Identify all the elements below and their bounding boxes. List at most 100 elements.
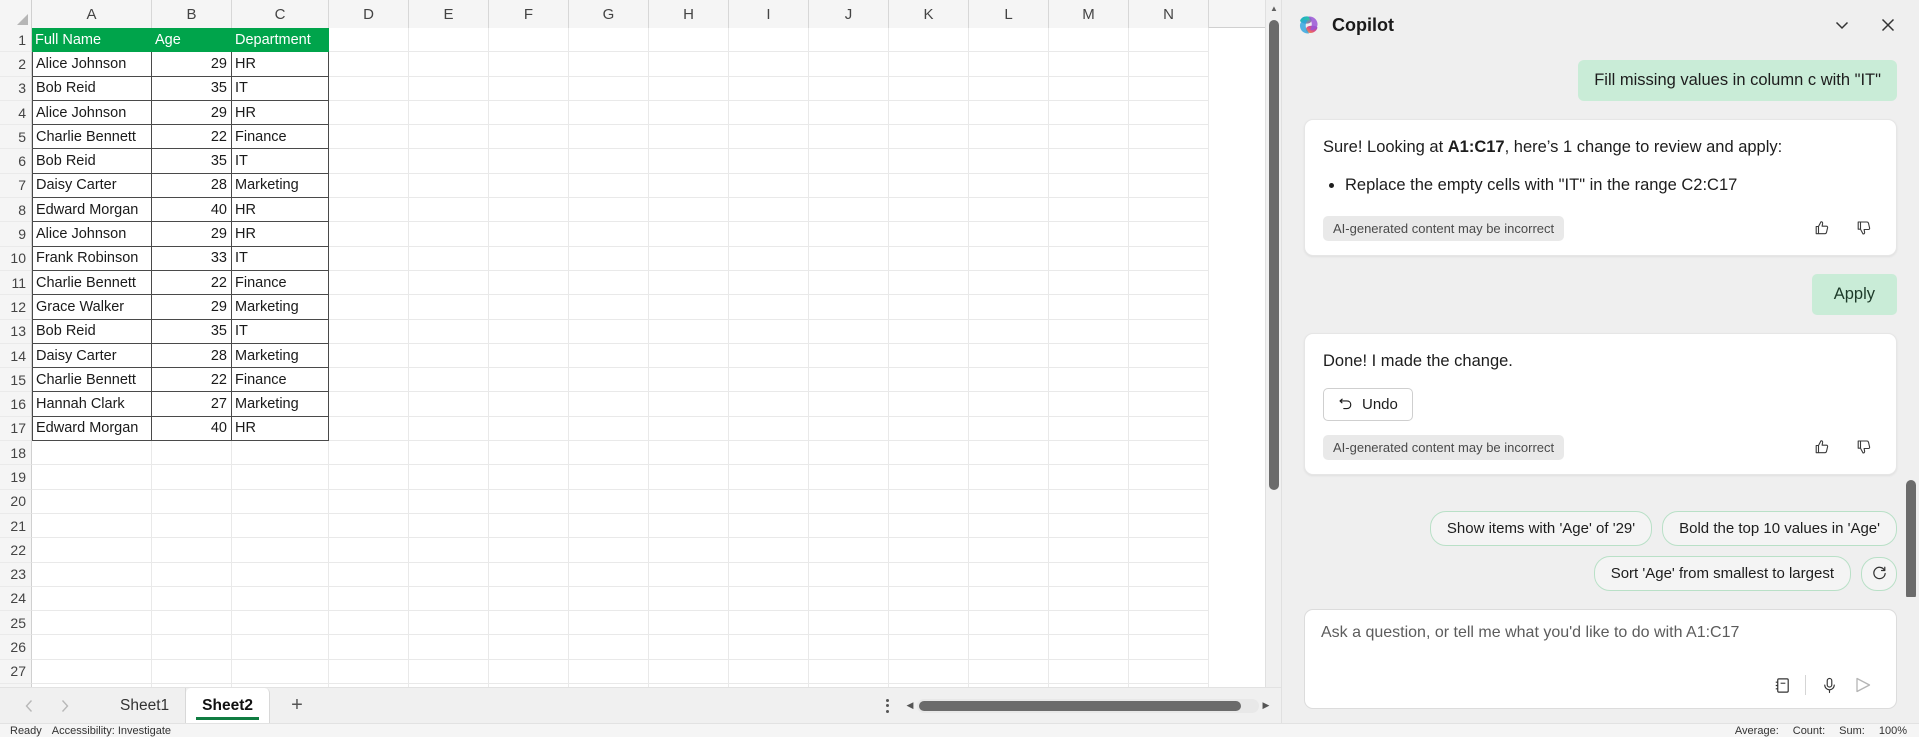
cell-M23[interactable] xyxy=(1049,562,1129,587)
row-header-21[interactable]: 21 xyxy=(0,513,32,539)
cell-E10[interactable] xyxy=(409,246,489,271)
cell-L12[interactable] xyxy=(969,295,1049,320)
cell-I17[interactable] xyxy=(729,416,809,442)
cell-B20[interactable] xyxy=(152,489,232,514)
cell-E14[interactable] xyxy=(409,343,489,369)
cell-F3[interactable] xyxy=(489,76,569,101)
cell-G21[interactable] xyxy=(569,513,649,539)
cell-H5[interactable] xyxy=(649,125,729,150)
cell-K15[interactable] xyxy=(889,368,969,393)
cell-B8[interactable]: 40 xyxy=(152,198,232,223)
cell-I14[interactable] xyxy=(729,343,809,369)
cell-C23[interactable] xyxy=(232,562,329,587)
cell-B3[interactable]: 35 xyxy=(152,76,232,101)
cell-E19[interactable] xyxy=(409,465,489,490)
cell-D21[interactable] xyxy=(329,513,409,539)
cell-K22[interactable] xyxy=(889,538,969,563)
status-accessibility[interactable]: Accessibility: Investigate xyxy=(52,725,171,737)
cell-C5[interactable]: Finance xyxy=(232,125,329,150)
cell-D2[interactable] xyxy=(329,52,409,77)
cell-N11[interactable] xyxy=(1129,270,1209,296)
cell-D20[interactable] xyxy=(329,489,409,514)
cell-D15[interactable] xyxy=(329,368,409,393)
cell-A8[interactable]: Edward Morgan xyxy=(32,198,152,223)
cell-C28[interactable] xyxy=(232,684,329,687)
cell-K16[interactable] xyxy=(889,392,969,417)
cell-E24[interactable] xyxy=(409,586,489,612)
cell-F12[interactable] xyxy=(489,295,569,320)
cell-L24[interactable] xyxy=(969,586,1049,612)
cell-J19[interactable] xyxy=(809,465,889,490)
cell-C3[interactable]: IT xyxy=(232,76,329,101)
cell-G25[interactable] xyxy=(569,611,649,636)
row-header-9[interactable]: 9 xyxy=(0,222,32,247)
table-row[interactable]: 22 xyxy=(0,538,1281,563)
cell-C21[interactable] xyxy=(232,513,329,539)
cell-D25[interactable] xyxy=(329,611,409,636)
cell-E28[interactable] xyxy=(409,684,489,687)
cell-N5[interactable] xyxy=(1129,125,1209,150)
cell-E9[interactable] xyxy=(409,222,489,247)
cell-I13[interactable] xyxy=(729,319,809,344)
cell-K12[interactable] xyxy=(889,295,969,320)
cell-K8[interactable] xyxy=(889,198,969,223)
cell-C14[interactable]: Marketing xyxy=(232,343,329,369)
cell-B11[interactable]: 22 xyxy=(152,270,232,296)
cell-J12[interactable] xyxy=(809,295,889,320)
cell-K4[interactable] xyxy=(889,100,969,126)
cell-E22[interactable] xyxy=(409,538,489,563)
cell-E6[interactable] xyxy=(409,149,489,174)
table-row[interactable]: 26 xyxy=(0,635,1281,660)
cell-L21[interactable] xyxy=(969,513,1049,539)
cell-I15[interactable] xyxy=(729,368,809,393)
suggestion-chip-1[interactable]: Show items with 'Age' of '29' xyxy=(1429,511,1653,546)
row-header-4[interactable]: 4 xyxy=(0,100,32,126)
cell-I16[interactable] xyxy=(729,392,809,417)
cell-G14[interactable] xyxy=(569,343,649,369)
cell-G9[interactable] xyxy=(569,222,649,247)
apply-button[interactable]: Apply xyxy=(1811,273,1897,315)
cell-F8[interactable] xyxy=(489,198,569,223)
cell-L1[interactable] xyxy=(969,28,1049,53)
row-header-13[interactable]: 13 xyxy=(0,319,32,344)
cell-H17[interactable] xyxy=(649,416,729,442)
table-row[interactable]: 20 xyxy=(0,489,1281,514)
cell-J16[interactable] xyxy=(809,392,889,417)
sheet-tab-sheet1[interactable]: Sheet1 xyxy=(104,687,187,724)
column-header-e[interactable]: E xyxy=(409,0,489,28)
cell-G15[interactable] xyxy=(569,368,649,393)
cell-C10[interactable]: IT xyxy=(232,246,329,271)
cell-M7[interactable] xyxy=(1049,173,1129,199)
cell-C8[interactable]: HR xyxy=(232,198,329,223)
scroll-left-arrow[interactable]: ◀ xyxy=(903,700,917,711)
cell-F10[interactable] xyxy=(489,246,569,271)
cell-J10[interactable] xyxy=(809,246,889,271)
cell-L7[interactable] xyxy=(969,173,1049,199)
cell-A5[interactable]: Charlie Bennett xyxy=(32,125,152,150)
column-header-j[interactable]: J xyxy=(809,0,889,28)
cell-D13[interactable] xyxy=(329,319,409,344)
cell-C9[interactable]: HR xyxy=(232,222,329,247)
cell-K3[interactable] xyxy=(889,76,969,101)
cell-N6[interactable] xyxy=(1129,149,1209,174)
cell-K10[interactable] xyxy=(889,246,969,271)
cell-C15[interactable]: Finance xyxy=(232,368,329,393)
cell-J26[interactable] xyxy=(809,635,889,660)
cell-H20[interactable] xyxy=(649,489,729,514)
row-header-25[interactable]: 25 xyxy=(0,611,32,636)
cell-F2[interactable] xyxy=(489,52,569,77)
cell-M25[interactable] xyxy=(1049,611,1129,636)
cell-A6[interactable]: Bob Reid xyxy=(32,149,152,174)
row-header-16[interactable]: 16 xyxy=(0,392,32,417)
cell-H28[interactable] xyxy=(649,684,729,687)
cell-C19[interactable] xyxy=(232,465,329,490)
cell-I6[interactable] xyxy=(729,149,809,174)
cell-B16[interactable]: 27 xyxy=(152,392,232,417)
cell-M9[interactable] xyxy=(1049,222,1129,247)
cell-L20[interactable] xyxy=(969,489,1049,514)
cell-G27[interactable] xyxy=(569,659,649,685)
cell-A25[interactable] xyxy=(32,611,152,636)
cell-E4[interactable] xyxy=(409,100,489,126)
cell-F21[interactable] xyxy=(489,513,569,539)
row-header-2[interactable]: 2 xyxy=(0,52,32,77)
